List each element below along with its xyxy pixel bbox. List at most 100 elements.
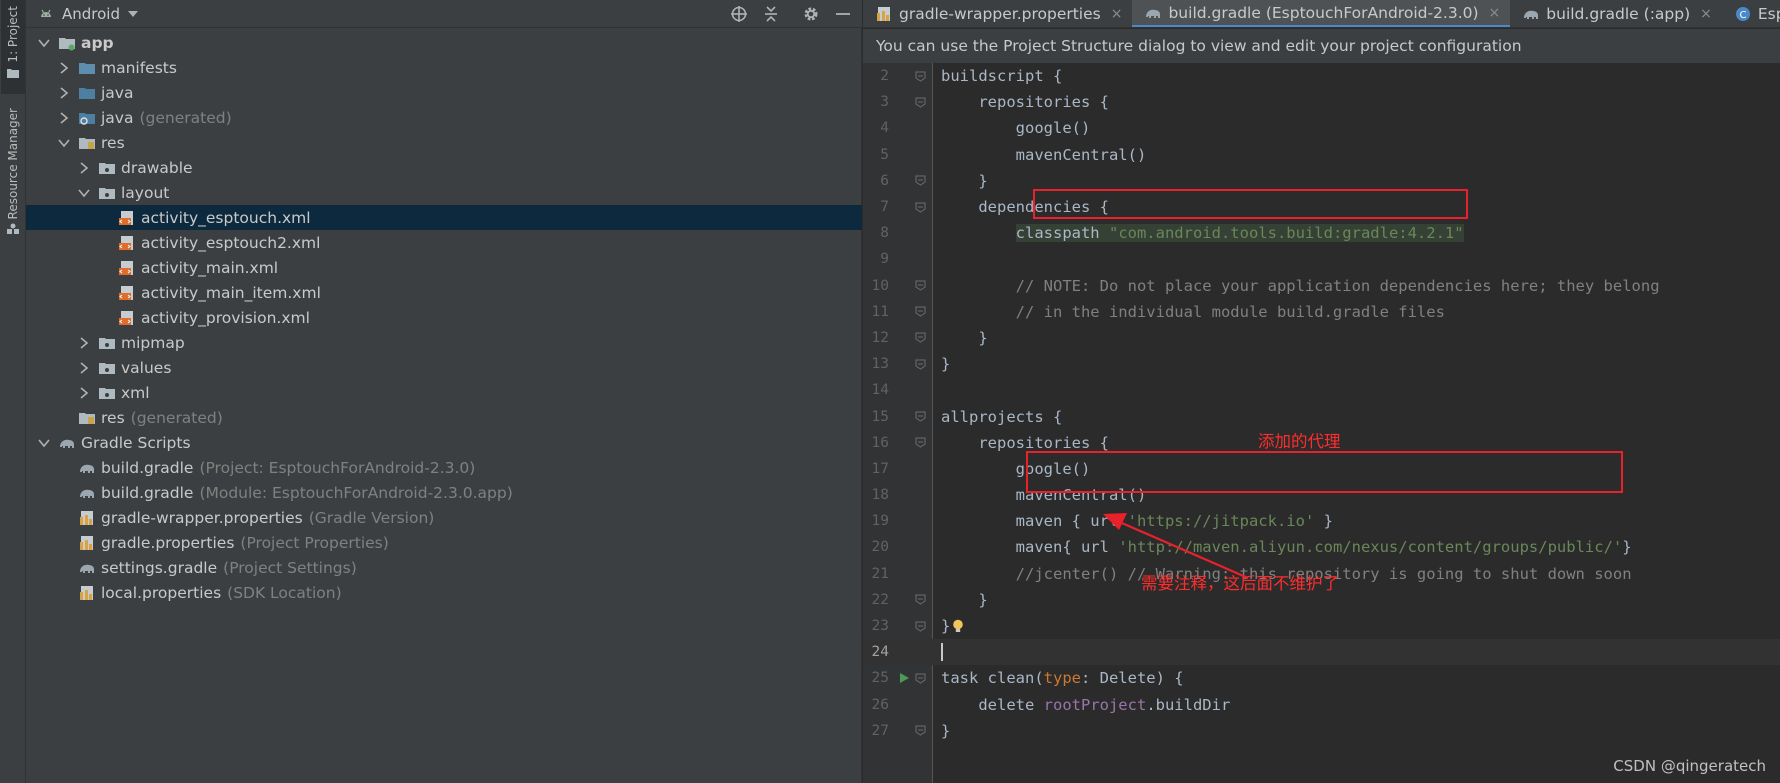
- code-line[interactable]: 12 }: [863, 325, 1780, 351]
- tree-item[interactable]: mipmap: [26, 330, 862, 355]
- fold-marker-icon[interactable]: [915, 621, 926, 632]
- code-line[interactable]: 24: [863, 639, 1780, 666]
- tree-item[interactable]: java: [26, 80, 862, 105]
- tree-item[interactable]: local.properties (SDK Location): [26, 580, 862, 605]
- tree-item[interactable]: xml: [26, 380, 862, 405]
- editor-tab[interactable]: build.gradle (:app) ×: [1510, 0, 1722, 27]
- code-line[interactable]: 25 task clean(type: Delete) {: [863, 665, 1780, 691]
- tree-item[interactable]: activity_main.xml: [26, 255, 862, 280]
- gradle-file-icon: [1524, 10, 1539, 19]
- chevron-down-icon[interactable]: [58, 137, 70, 149]
- tree-item[interactable]: activity_esptouch.xml: [26, 205, 862, 230]
- tree-item[interactable]: gradle.properties (Project Properties): [26, 530, 862, 555]
- fold-marker-icon[interactable]: [915, 673, 926, 684]
- editor-tab[interactable]: C EspTouch: [1722, 0, 1780, 27]
- chevron-down-icon[interactable]: [38, 437, 50, 449]
- chevron-right-icon[interactable]: [78, 161, 90, 174]
- code-line[interactable]: 5 mavenCentral(): [863, 142, 1780, 168]
- tree-item[interactable]: settings.gradle (Project Settings): [26, 555, 862, 580]
- tree-item[interactable]: build.gradle (Module: EsptouchForAndroid-…: [26, 480, 862, 505]
- tree-item[interactable]: drawable: [26, 155, 862, 180]
- code-line[interactable]: 20 maven{ url 'http://maven.aliyun.com/n…: [863, 534, 1780, 560]
- tree-item[interactable]: res: [26, 130, 862, 155]
- res-folder-icon: [79, 412, 95, 424]
- tree-item-hint: (Gradle Version): [308, 508, 435, 527]
- tree-item[interactable]: app: [26, 30, 862, 55]
- code-line[interactable]: 11 // in the individual module build.gra…: [863, 299, 1780, 325]
- gradle-file-icon: [80, 464, 94, 473]
- fold-marker-icon[interactable]: [915, 411, 926, 422]
- fold-marker-icon[interactable]: [915, 175, 926, 186]
- code-line[interactable]: 3 repositories {: [863, 89, 1780, 115]
- tree-item[interactable]: activity_main_item.xml: [26, 280, 862, 305]
- chevron-right-icon[interactable]: [58, 111, 70, 124]
- fold-marker-icon[interactable]: [915, 202, 926, 213]
- tree-item[interactable]: manifests: [26, 55, 862, 80]
- chevron-right-icon[interactable]: [78, 336, 90, 349]
- tree-item-label: drawable: [121, 158, 193, 177]
- settings-button[interactable]: [800, 3, 822, 25]
- chevron-down-icon[interactable]: [78, 187, 90, 199]
- code-line[interactable]: 27}: [863, 718, 1780, 744]
- fold-marker-icon[interactable]: [915, 97, 926, 108]
- close-icon[interactable]: ×: [1700, 6, 1712, 22]
- tree-item[interactable]: gradle-wrapper.properties (Gradle Version…: [26, 505, 862, 530]
- project-tool-tab[interactable]: 1: Project: [1, 0, 25, 94]
- tree-item[interactable]: layout: [26, 180, 862, 205]
- tree-item-label: activity_main_item.xml: [141, 283, 321, 302]
- editor-tab[interactable]: build.gradle (EsptouchForAndroid-2.3.0) ×: [1132, 0, 1511, 27]
- tree-item[interactable]: java (generated): [26, 105, 862, 130]
- fold-marker-icon[interactable]: [915, 306, 926, 317]
- code-line[interactable]: 23}: [863, 613, 1780, 639]
- hide-panel-button[interactable]: [832, 3, 854, 25]
- code-text: // NOTE: Do not place your application d…: [941, 277, 1660, 295]
- fold-marker-icon[interactable]: [915, 725, 926, 736]
- close-icon[interactable]: ×: [1111, 6, 1123, 22]
- code-line[interactable]: 26 delete rootProject.buildDir: [863, 692, 1780, 718]
- code-line[interactable]: 9: [863, 246, 1780, 272]
- tree-item[interactable]: build.gradle (Project: EsptouchForAndroid…: [26, 455, 862, 480]
- fold-marker-icon[interactable]: [915, 359, 926, 370]
- code-line[interactable]: 10 // NOTE: Do not place your applicatio…: [863, 273, 1780, 299]
- project-view-selector[interactable]: Android: [62, 5, 120, 23]
- resource-manager-tool-tab[interactable]: Resource Manager: [1, 108, 25, 258]
- fold-marker-icon[interactable]: [915, 594, 926, 605]
- code-line[interactable]: 19 maven { url 'https://jitpack.io' }: [863, 508, 1780, 534]
- tree-item[interactable]: values: [26, 355, 862, 380]
- lightbulb-icon[interactable]: [952, 619, 964, 634]
- tree-item[interactable]: activity_esptouch2.xml: [26, 230, 862, 255]
- code-line[interactable]: 2 buildscript {: [863, 63, 1780, 89]
- tree-item-label: layout: [121, 183, 170, 202]
- module-folder-icon: [59, 37, 75, 50]
- run-icon[interactable]: [898, 672, 910, 684]
- editor-tab[interactable]: gradle-wrapper.properties ×: [863, 0, 1132, 27]
- package-folder-icon: [99, 162, 115, 174]
- code-line[interactable]: 8 classpath "com.android.tools.build:gra…: [863, 220, 1780, 246]
- chevron-right-icon[interactable]: [78, 361, 90, 374]
- tree-item[interactable]: activity_provision.xml: [26, 305, 862, 330]
- chevron-right-icon[interactable]: [78, 386, 90, 399]
- tree-item[interactable]: Gradle Scripts: [26, 430, 862, 455]
- fold-marker-icon[interactable]: [915, 332, 926, 344]
- chevron-right-icon[interactable]: [58, 61, 70, 74]
- code-line[interactable]: 4 google(): [863, 115, 1780, 141]
- chevron-down-icon[interactable]: [128, 10, 138, 18]
- close-icon[interactable]: ×: [1489, 5, 1501, 21]
- code-editor[interactable]: 2 buildscript {3 repositories {4 google()…: [863, 63, 1780, 744]
- chevron-right-icon[interactable]: [58, 86, 70, 99]
- tree-item-hint: (generated): [130, 408, 223, 427]
- code-token: classpath: [1015, 224, 1109, 243]
- fold-marker-icon[interactable]: [915, 437, 926, 448]
- fold-marker-icon[interactable]: [915, 71, 926, 82]
- locate-file-button[interactable]: [728, 3, 750, 25]
- code-line[interactable]: 13}: [863, 351, 1780, 377]
- code-line[interactable]: 14: [863, 377, 1780, 403]
- tree-item[interactable]: res (generated): [26, 405, 862, 430]
- code-line[interactable]: 15 allprojects {: [863, 403, 1780, 429]
- code-text: repositories {: [941, 434, 1109, 452]
- tree-item-hint: (Project Properties): [240, 533, 389, 552]
- chevron-down-icon[interactable]: [38, 37, 50, 49]
- fold-marker-icon[interactable]: [915, 280, 926, 291]
- collapse-all-button[interactable]: [760, 3, 782, 25]
